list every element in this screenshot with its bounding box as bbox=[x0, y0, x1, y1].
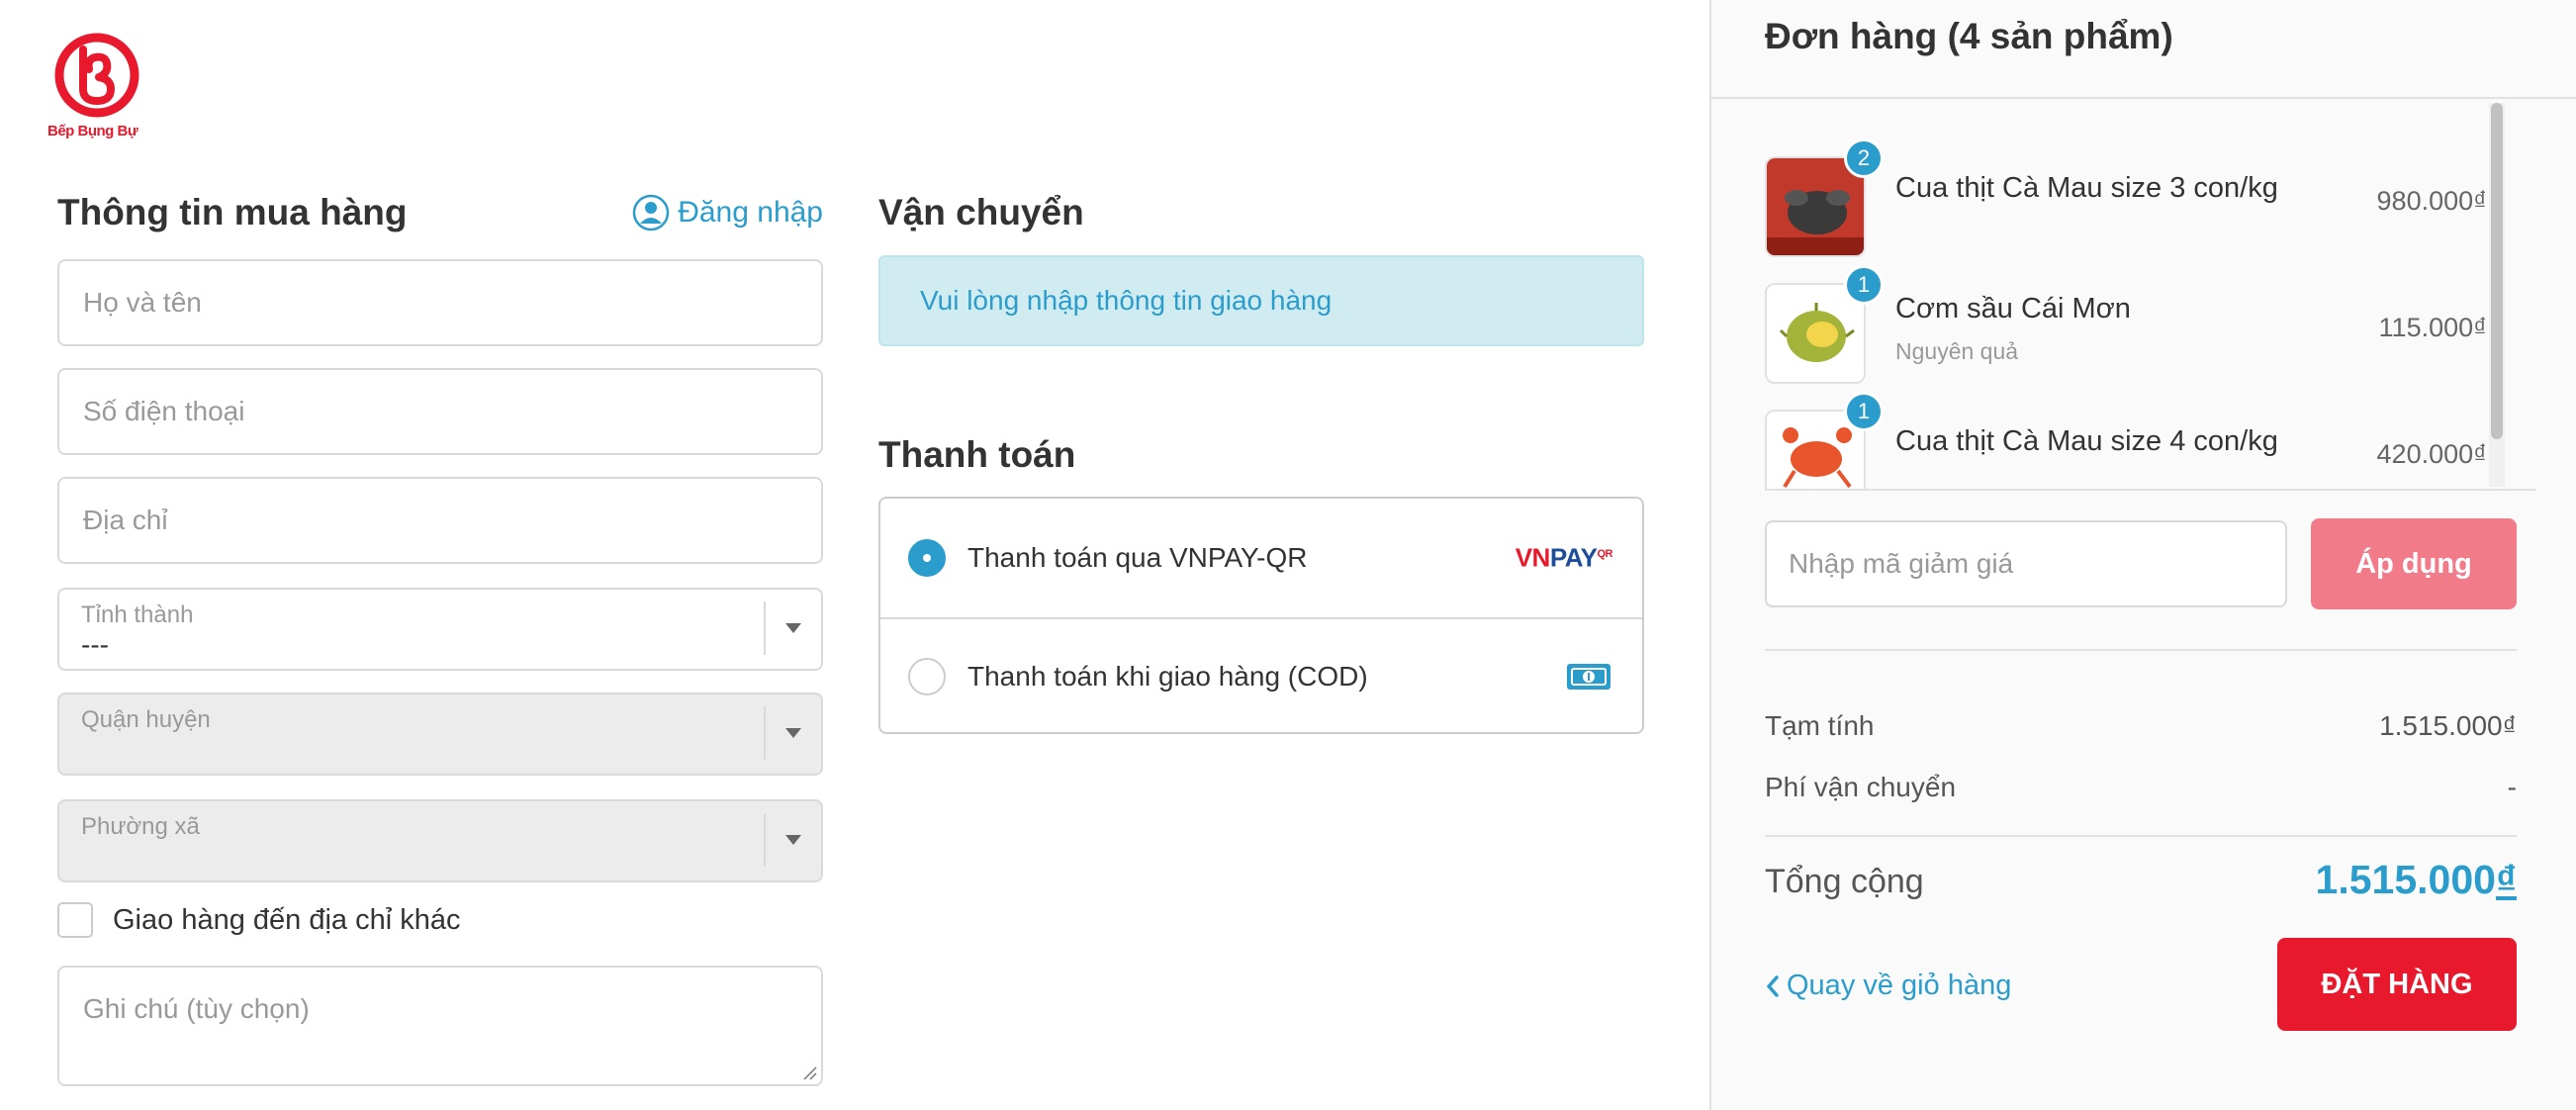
checkout-main: Bếp Bụng Bự Thông tin mua hàng Đăng nhập… bbox=[0, 0, 1709, 1110]
vnpay-logo-part2: PAY bbox=[1549, 542, 1598, 573]
note-field[interactable] bbox=[57, 966, 823, 1086]
subtotal-row: Tạm tính 1.515.000₫ bbox=[1765, 710, 2517, 742]
cash-icon bbox=[1567, 664, 1610, 690]
payment-title: Thanh toán bbox=[878, 434, 1076, 475]
payment-radio-vnpay[interactable] bbox=[908, 539, 946, 577]
shipping-payment-section: Vận chuyển Vui lòng nhập thông tin giao … bbox=[878, 188, 1644, 734]
product-name: Cua thịt Cà Mau size 4 con/kg bbox=[1895, 425, 2278, 457]
chevron-down-icon bbox=[785, 623, 801, 633]
address-field[interactable] bbox=[57, 477, 823, 564]
back-to-cart-label: Quay về giỏ hàng bbox=[1787, 970, 2012, 1001]
payment-radio-cod[interactable] bbox=[908, 658, 946, 695]
total-label: Tổng cộng bbox=[1765, 863, 1924, 900]
address-input[interactable] bbox=[59, 479, 821, 562]
total-row: Tổng cộng 1.515.000₫ bbox=[1765, 857, 2517, 902]
ward-select[interactable]: Phường xã bbox=[57, 799, 823, 882]
product-list: 2 Cua thịt Cà Mau size 3 con/kg 980.000₫… bbox=[1765, 99, 2536, 491]
resize-grip-icon[interactable] bbox=[801, 1064, 817, 1080]
list-item: 2 Cua thịt Cà Mau size 3 con/kg 980.000₫ bbox=[1765, 139, 2487, 275]
select-separator bbox=[764, 813, 766, 867]
chevron-down-icon bbox=[785, 728, 801, 738]
payment-label-vnpay: Thanh toán qua VNPAY-QR bbox=[967, 542, 1308, 573]
user-icon bbox=[632, 194, 670, 231]
payment-label-cod: Thanh toán khi giao hàng (COD) bbox=[967, 661, 1368, 692]
shipping-fee-value: - bbox=[2507, 772, 2517, 802]
payment-option-vnpay[interactable]: Thanh toán qua VNPAY-QR VNPAYQR bbox=[880, 499, 1642, 617]
shipping-fee-row: Phí vận chuyển - bbox=[1765, 772, 2517, 803]
back-to-cart-link[interactable]: Quay về giỏ hàng bbox=[1765, 970, 2011, 1002]
fullname-field[interactable] bbox=[57, 259, 823, 346]
phone-input[interactable] bbox=[59, 370, 821, 453]
note-textarea[interactable] bbox=[59, 968, 821, 1084]
ward-label: Phường xã bbox=[81, 813, 200, 840]
ship-other-address-option[interactable]: Giao hàng đến địa chỉ khác bbox=[57, 902, 460, 938]
product-name: Cua thịt Cà Mau size 3 con/kg bbox=[1895, 172, 2278, 204]
total-amount: 1.515.000 bbox=[2315, 857, 2496, 902]
total-currency: ₫ bbox=[2495, 857, 2517, 902]
quantity-badge: 1 bbox=[1844, 392, 1884, 431]
brand-logo-text: Bếp Bụng Bự bbox=[47, 123, 138, 139]
order-summary-sidebar: Đơn hàng (4 sản phẩm) 2 Cua thịt Cà Mau … bbox=[1709, 0, 2576, 1110]
discount-code-field[interactable] bbox=[1765, 520, 2287, 607]
select-separator bbox=[764, 601, 766, 655]
brand-logo-icon bbox=[54, 33, 139, 118]
place-order-button[interactable]: ĐẶT HÀNG bbox=[2277, 938, 2517, 1031]
vnpay-logo-sup: QR bbox=[1597, 547, 1613, 560]
product-name: Cơm sầu Cái Mơn bbox=[1895, 293, 2131, 324]
province-select[interactable]: Tỉnh thành --- bbox=[57, 588, 823, 671]
list-item: 1 Cua thịt Cà Mau size 4 con/kg 420.000₫ bbox=[1765, 392, 2487, 489]
quantity-badge: 1 bbox=[1844, 265, 1884, 305]
vnpay-logo-part1: VN bbox=[1515, 542, 1551, 573]
select-separator bbox=[764, 706, 766, 760]
district-label: Quận huyện bbox=[81, 706, 211, 733]
subtotal-label: Tạm tính bbox=[1765, 710, 1875, 741]
payment-option-cod[interactable]: Thanh toán khi giao hàng (COD) bbox=[880, 617, 1642, 732]
vnpay-logo-icon: VNPAYQR bbox=[1515, 542, 1613, 574]
fullname-input[interactable] bbox=[59, 261, 821, 344]
shipping-title: Vận chuyển bbox=[878, 192, 1084, 232]
subtotal-value: 1.515.000₫ bbox=[2379, 710, 2517, 741]
divider bbox=[1765, 835, 2517, 837]
login-label: Đăng nhập bbox=[678, 196, 823, 229]
payment-methods: Thanh toán qua VNPAY-QR VNPAYQR Thanh to… bbox=[878, 497, 1644, 734]
total-value: 1.515.000₫ bbox=[2316, 857, 2517, 903]
scrollbar-thumb[interactable] bbox=[2491, 103, 2503, 439]
product-price: 420.000₫ bbox=[2376, 439, 2487, 469]
divider bbox=[1765, 649, 2517, 651]
customer-info-section: Thông tin mua hàng Đăng nhập Tỉnh thành … bbox=[57, 188, 823, 1086]
brand-logo[interactable]: Bếp Bụng Bự bbox=[47, 30, 146, 144]
order-title: Đơn hàng (4 sản phẩm) bbox=[1765, 16, 2173, 56]
ship-other-address-label: Giao hàng đến địa chỉ khác bbox=[113, 903, 461, 936]
apply-discount-button[interactable]: Áp dụng bbox=[2311, 518, 2517, 609]
district-select[interactable]: Quận huyện bbox=[57, 693, 823, 776]
province-value: --- bbox=[81, 629, 109, 660]
order-header: Đơn hàng (4 sản phẩm) bbox=[1711, 0, 2576, 99]
list-item: 1 Cơm sầu Cái Mơn Nguyên quả 115.000₫ bbox=[1765, 265, 2487, 402]
product-price: 115.000₫ bbox=[2378, 313, 2487, 342]
shipping-fee-label: Phí vận chuyển bbox=[1765, 772, 1957, 802]
chevron-down-icon bbox=[785, 835, 801, 845]
login-link[interactable]: Đăng nhập bbox=[632, 194, 823, 231]
quantity-badge: 2 bbox=[1844, 139, 1884, 178]
product-list-scrollbar[interactable] bbox=[2489, 103, 2505, 487]
discount-code-input[interactable] bbox=[1767, 522, 2285, 605]
province-label: Tỉnh thành bbox=[81, 601, 194, 628]
product-variant: Nguyên quả bbox=[1895, 338, 2019, 364]
shipping-notice: Vui lòng nhập thông tin giao hàng bbox=[878, 255, 1644, 346]
chevron-left-icon bbox=[1767, 974, 1779, 997]
product-price: 980.000₫ bbox=[2376, 186, 2487, 216]
phone-field[interactable] bbox=[57, 368, 823, 455]
ship-other-address-checkbox[interactable] bbox=[57, 902, 93, 938]
